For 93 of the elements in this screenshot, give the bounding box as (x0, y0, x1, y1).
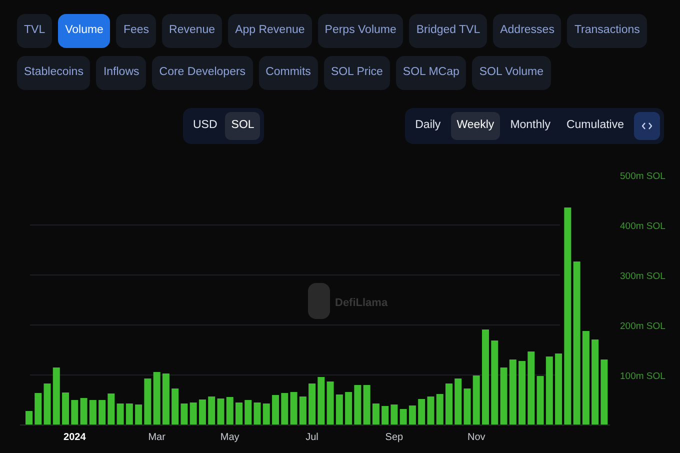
volume-bar (372, 404, 380, 425)
metric-tab[interactable]: Commits (258, 56, 318, 90)
x-axis-tick-label: 2024 (64, 432, 86, 443)
volume-bar (52, 368, 60, 425)
volume-bar (445, 384, 452, 425)
volume-bar (208, 396, 216, 425)
toggle-option[interactable]: Weekly (450, 112, 500, 140)
volume-bar (135, 404, 142, 425)
volume-bar (80, 398, 88, 425)
metric-tab[interactable]: Inflows (96, 56, 146, 90)
volume-bar (126, 404, 133, 425)
volume-bar (290, 392, 298, 425)
volume-bar (536, 376, 544, 425)
toggle-option[interactable]: USD (187, 112, 224, 140)
metric-tab[interactable]: Transactions (567, 14, 647, 48)
volume-bar (472, 376, 480, 425)
volume-bar (308, 384, 316, 425)
volume-bar (546, 356, 553, 425)
volume-bar (34, 393, 42, 425)
volume-bar (326, 382, 334, 425)
volume-bar (354, 385, 362, 425)
metric-tab[interactable]: Revenue (162, 14, 222, 48)
metric-tab[interactable]: Bridged TVL (409, 14, 488, 48)
volume-bar (408, 406, 416, 425)
volume-bar (500, 368, 508, 425)
volume-bar (336, 394, 343, 425)
volume-bar (518, 361, 526, 425)
volume-bar (236, 402, 242, 425)
volume-bar (108, 394, 115, 425)
volume-bar (382, 406, 389, 425)
volume-bar (44, 384, 51, 425)
volume-bar (62, 392, 70, 425)
embed-code-button[interactable] (634, 112, 660, 140)
volume-bar (244, 400, 252, 425)
volume-bar (345, 392, 352, 425)
volume-bar (436, 394, 444, 425)
metric-tab[interactable]: SOL Volume (472, 56, 551, 90)
y-axis-tick-label: 400m SOL (620, 221, 666, 232)
volume-bar (98, 400, 106, 425)
x-axis-tick-label: May (220, 432, 240, 443)
volume-bar (299, 396, 306, 425)
volume-bar (162, 374, 170, 425)
chart-watermark-logo-icon (308, 283, 330, 319)
toggle-option[interactable]: Monthly (504, 112, 556, 140)
y-axis-tick-label: 100m SOL (620, 371, 666, 382)
volume-bar (400, 409, 407, 425)
metric-tab[interactable]: Perps Volume (318, 14, 404, 48)
volume-bar (116, 404, 124, 425)
volume-bar (454, 378, 462, 425)
volume-bar (600, 360, 608, 425)
volume-bar (509, 360, 516, 425)
volume-bar (217, 398, 224, 425)
y-axis-tick-label: 200m SOL (620, 321, 666, 332)
x-axis-tick-label: Jul (306, 432, 318, 443)
volume-bar (555, 354, 562, 425)
toggle-option[interactable]: Daily (409, 112, 447, 140)
volume-bar (198, 400, 206, 425)
metric-tab[interactable]: App Revenue (228, 14, 312, 48)
x-axis-tick-label: Mar (148, 432, 166, 443)
y-axis-tick-label: 500m SOL (620, 171, 666, 182)
volume-bar (363, 385, 370, 425)
volume-bar (464, 388, 471, 425)
volume-bar (254, 402, 261, 425)
metric-tab[interactable]: Stablecoins (17, 56, 90, 90)
volume-bar (89, 400, 96, 425)
toggle-option[interactable]: Cumulative (560, 112, 630, 140)
x-axis-tick-label: Sep (385, 432, 404, 443)
volume-bar (153, 372, 160, 425)
x-axis-tick-label: Nov (467, 432, 486, 443)
metric-tab[interactable]: Addresses (493, 14, 562, 48)
volume-bar (180, 404, 188, 425)
volume-bar (418, 399, 426, 425)
toggle-option[interactable]: SOL (225, 112, 260, 140)
volume-bar (144, 378, 152, 425)
code-icon (642, 122, 652, 130)
volume-bar (262, 404, 270, 425)
metric-tab[interactable]: TVL (17, 14, 52, 48)
volume-bar (427, 396, 434, 425)
volume-bar (390, 404, 398, 425)
metric-tab[interactable]: SOL Price (324, 56, 390, 90)
volume-bar (281, 393, 288, 425)
volume-bar (272, 395, 279, 425)
volume-bar (172, 388, 179, 425)
volume-bar (318, 377, 325, 425)
volume-bar (71, 400, 78, 425)
volume-bar (26, 411, 32, 425)
metric-tab[interactable]: Volume (58, 14, 110, 48)
volume-bar (226, 397, 234, 425)
volume-bar (190, 402, 197, 425)
y-axis-tick-label: 300m SOL (620, 271, 666, 282)
metric-tab[interactable]: Fees (116, 14, 156, 48)
metric-tab[interactable]: Core Developers (152, 56, 253, 90)
metric-tab[interactable]: SOL MCap (396, 56, 466, 90)
